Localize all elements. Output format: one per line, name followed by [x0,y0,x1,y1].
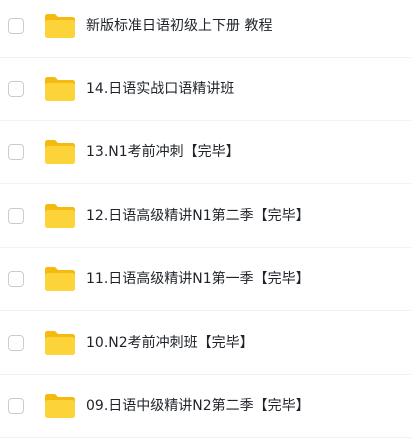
folder-icon [44,330,76,356]
file-list: 新版标准日语初级上下册 教程 14.日语实战口语精讲班 13.N1考前冲刺【完毕… [0,0,411,438]
folder-icon [44,393,76,419]
file-name[interactable]: 新版标准日语初级上下册 教程 [86,16,272,36]
folder-icon [44,139,76,165]
file-row[interactable]: 10.N2考前冲刺班【完毕】 [0,312,411,375]
folder-icon [44,266,76,292]
row-checkbox[interactable] [8,335,24,351]
file-row[interactable]: 09.日语中级精讲N2第二季【完毕】 [0,375,411,438]
file-name[interactable]: 14.日语实战口语精讲班 [86,79,234,99]
file-name[interactable]: 13.N1考前冲刺【完毕】 [86,142,240,162]
file-name[interactable]: 11.日语高级精讲N1第一季【完毕】 [86,269,310,289]
file-name[interactable]: 10.N2考前冲刺班【完毕】 [86,333,254,353]
file-name[interactable]: 12.日语高级精讲N1第二季【完毕】 [86,206,310,226]
file-row[interactable]: 新版标准日语初级上下册 教程 [0,0,411,58]
file-name[interactable]: 09.日语中级精讲N2第二季【完毕】 [86,396,310,416]
file-row[interactable]: 14.日语实战口语精讲班 [0,58,411,121]
row-checkbox[interactable] [8,81,24,97]
row-checkbox[interactable] [8,18,24,34]
row-checkbox[interactable] [8,398,24,414]
row-checkbox[interactable] [8,208,24,224]
row-checkbox[interactable] [8,271,24,287]
file-row[interactable]: 13.N1考前冲刺【完毕】 [0,121,411,184]
file-row[interactable]: 11.日语高级精讲N1第一季【完毕】 [0,248,411,311]
folder-icon [44,13,76,39]
file-row[interactable]: 12.日语高级精讲N1第二季【完毕】 [0,185,411,248]
folder-icon [44,203,76,229]
row-checkbox[interactable] [8,144,24,160]
folder-icon [44,76,76,102]
